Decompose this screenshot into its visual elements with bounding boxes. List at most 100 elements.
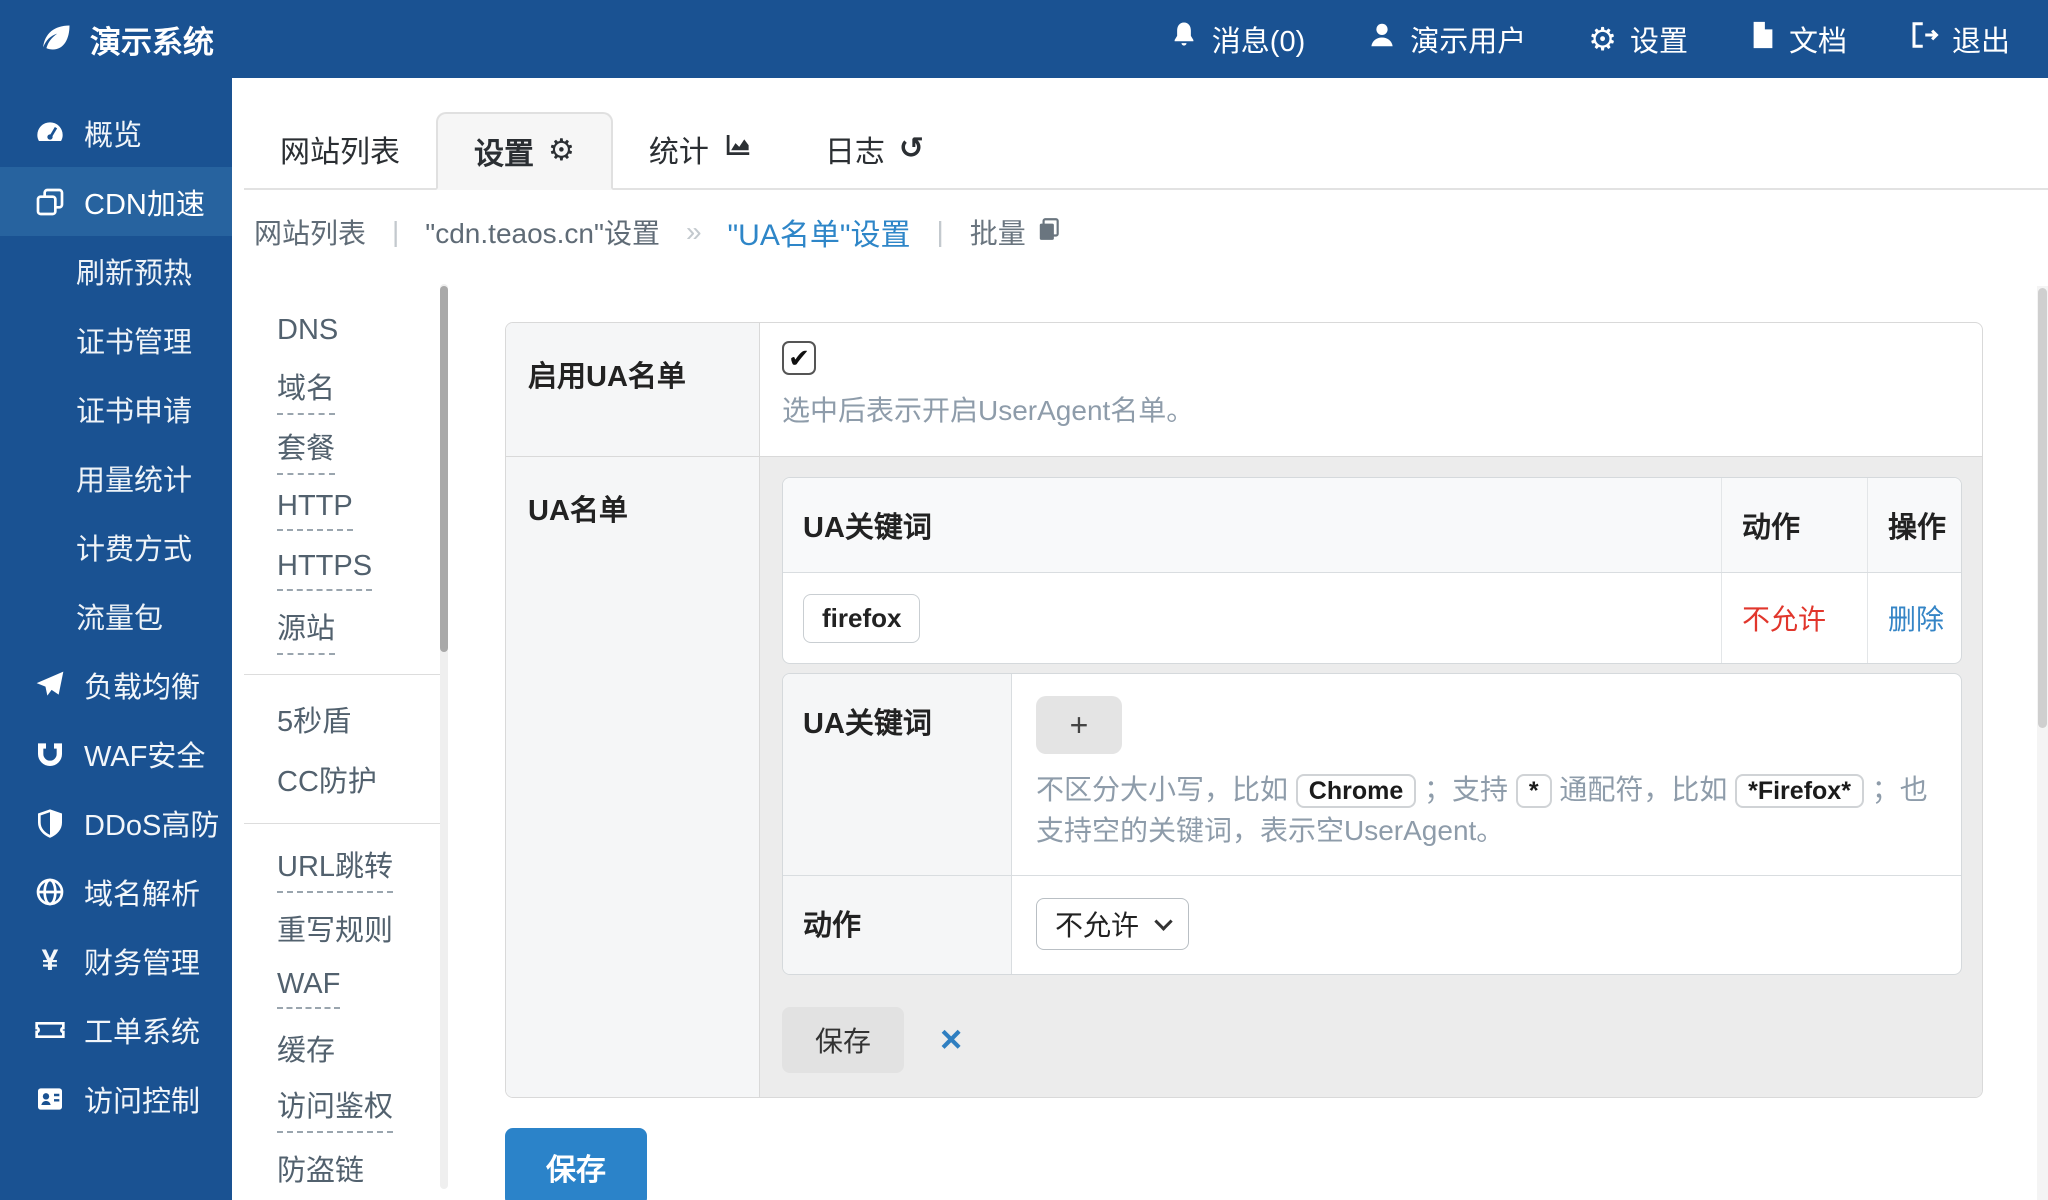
add-keyword-button[interactable]: + xyxy=(1036,696,1122,754)
submenu-item-origin[interactable]: 源站 xyxy=(244,600,440,660)
enable-checkbox[interactable]: ✔ xyxy=(782,341,816,375)
form-area: 启用UA名单 ✔ 选中后表示开启UserAgent名单。 UA名单 xyxy=(505,270,1983,1200)
column-header-operation: 操作 xyxy=(1867,478,1961,572)
breadcrumb-batch[interactable]: 批量 xyxy=(970,212,1062,252)
submenu-label: 访问鉴权 xyxy=(277,1083,393,1133)
sidebar: 概览 CDN加速 刷新预热 证书管理 证书申请 用量统计 计费方式 流量包 负载… xyxy=(0,78,232,1200)
topbar-item-user[interactable]: 演示用户 xyxy=(1367,18,1526,60)
breadcrumb: 网站列表 | "cdn.teaos.cn"设置 » "UA名单"设置 | 批量 xyxy=(244,190,2048,270)
tab-settings[interactable]: 设置 ⚙ xyxy=(436,112,613,190)
copy-icon xyxy=(1036,216,1062,249)
area-chart-icon xyxy=(723,130,753,168)
topbar-item-label: 退出 xyxy=(1952,18,2010,60)
action-value: 不允许 xyxy=(1742,598,1826,638)
close-icon[interactable]: × xyxy=(940,1021,962,1059)
sidebar-item-cert-manage[interactable]: 证书管理 xyxy=(0,305,232,374)
document-icon xyxy=(1750,20,1776,58)
action-select[interactable]: 不允许 xyxy=(1036,898,1189,950)
submenu-item-cc-protect[interactable]: CC防护 xyxy=(244,749,440,809)
sidebar-item-cert-apply[interactable]: 证书申请 xyxy=(0,374,232,443)
editor-keyword-label: UA关键词 xyxy=(783,674,1012,875)
submenu-item-http[interactable]: HTTP xyxy=(244,480,440,540)
clone-icon xyxy=(30,186,70,218)
breadcrumb-site-list[interactable]: 网站列表 xyxy=(254,212,366,252)
submenu-label: 域名 xyxy=(277,365,335,415)
content-area: 网站列表 设置 ⚙ 统计 日志 ↺ 网站列表 | "cdn.teaos.cn"设… xyxy=(232,78,2048,1200)
form-row-enable: 启用UA名单 ✔ 选中后表示开启UserAgent名单。 xyxy=(506,323,1982,456)
submenu-item-cache[interactable]: 缓存 xyxy=(244,1018,440,1078)
submenu-item-rewrite-rules[interactable]: 重写规则 xyxy=(244,898,440,958)
submenu-item-domain[interactable]: 域名 xyxy=(244,360,440,420)
submenu-label: 重写规则 xyxy=(277,907,393,949)
ticket-icon xyxy=(30,1014,70,1046)
sidebar-item-billing[interactable]: 计费方式 xyxy=(0,512,232,581)
submenu-item-5s-shield[interactable]: 5秒盾 xyxy=(244,689,440,749)
topbar-item-settings[interactable]: ⚙ 设置 xyxy=(1588,18,1688,60)
save-button[interactable]: 保存 xyxy=(505,1128,647,1200)
enable-label: 启用UA名单 xyxy=(506,323,760,456)
sidebar-item-overview[interactable]: 概览 xyxy=(0,98,232,167)
app-brand[interactable]: 演示系统 xyxy=(38,17,214,62)
ua-keyword-editor: UA关键词 + 不区分大小写，比如 Chrome ；支持 xyxy=(782,673,1962,975)
magnet-icon xyxy=(30,738,70,770)
topbar-item-logout[interactable]: 退出 xyxy=(1909,18,2010,60)
tab-stats[interactable]: 统计 xyxy=(613,110,789,188)
table-row: firefox 不允许 删除 xyxy=(783,573,1961,663)
sidebar-item-dns-resolve[interactable]: 域名解析 xyxy=(0,857,232,926)
topbar-item-messages[interactable]: 消息(0) xyxy=(1169,18,1305,60)
tab-label: 设置 xyxy=(474,129,534,173)
example-chip-firefox: *Firefox* xyxy=(1735,774,1864,808)
sidebar-item-waf[interactable]: WAF安全 xyxy=(0,719,232,788)
submenu-item-hotlink-protect[interactable]: 防盗链 xyxy=(244,1138,440,1198)
submenu-label: HTTPS xyxy=(277,550,372,591)
ua-list-form: 启用UA名单 ✔ 选中后表示开启UserAgent名单。 UA名单 xyxy=(505,322,1983,1098)
topbar-item-label: 文档 xyxy=(1789,18,1847,60)
editor-action-label: 动作 xyxy=(783,876,1012,974)
ua-keyword-table: UA关键词 动作 操作 firefox 不允许 xyxy=(782,477,1962,664)
submenu-scrollbar[interactable] xyxy=(440,284,448,1189)
keyword-chip: firefox xyxy=(803,594,920,643)
column-header-keyword: UA关键词 xyxy=(783,478,1721,572)
history-icon: ↺ xyxy=(899,134,924,164)
submenu-label: 套餐 xyxy=(277,425,335,475)
tab-logs[interactable]: 日志 ↺ xyxy=(789,110,960,188)
tab-site-list[interactable]: 网站列表 xyxy=(244,110,436,188)
topbar-item-label: 设置 xyxy=(1630,18,1688,60)
submenu-label: 源站 xyxy=(277,605,335,655)
plus-icon: + xyxy=(1070,707,1089,744)
sidebar-item-access-control[interactable]: 访问控制 xyxy=(0,1064,232,1133)
submenu-item-plan[interactable]: 套餐 xyxy=(244,420,440,480)
submenu-item-access-auth[interactable]: 访问鉴权 xyxy=(244,1078,440,1138)
sidebar-item-cdn[interactable]: CDN加速 xyxy=(0,167,232,236)
sidebar-item-ddos[interactable]: DDoS高防 xyxy=(0,788,232,857)
settings-submenu: DNS 域名 套餐 HTTP HTTPS 源站 5秒盾 CC防护 URL跳转 重… xyxy=(244,270,440,1198)
sidebar-item-usage-stats[interactable]: 用量统计 xyxy=(0,443,232,512)
breadcrumb-site-settings[interactable]: "cdn.teaos.cn"设置 xyxy=(425,212,660,252)
submenu-scrollbar-thumb[interactable] xyxy=(440,286,448,652)
sidebar-item-finance[interactable]: ¥ 财务管理 xyxy=(0,926,232,995)
paper-plane-icon xyxy=(30,669,70,701)
submenu-item-dns[interactable]: DNS xyxy=(244,300,440,360)
sidebar-item-tickets[interactable]: 工单系统 xyxy=(0,995,232,1064)
submenu-item-waf[interactable]: WAF xyxy=(244,958,440,1018)
submenu-item-https[interactable]: HTTPS xyxy=(244,540,440,600)
sidebar-item-load-balance[interactable]: 负载均衡 xyxy=(0,650,232,719)
brand-label: 演示系统 xyxy=(90,17,214,62)
tab-bar: 网站列表 设置 ⚙ 统计 日志 ↺ xyxy=(244,110,2048,190)
topbar-item-label: 消息(0) xyxy=(1212,18,1305,60)
editor-save-button[interactable]: 保存 xyxy=(782,1007,904,1073)
enable-help-text: 选中后表示开启UserAgent名单。 xyxy=(782,391,1962,432)
example-chip-chrome: Chrome xyxy=(1296,774,1416,808)
delete-link[interactable]: 删除 xyxy=(1888,598,1944,638)
editor-row-keyword: UA关键词 + 不区分大小写，比如 Chrome ；支持 xyxy=(783,674,1961,875)
sidebar-item-label: 用量统计 xyxy=(76,457,192,499)
sidebar-item-traffic-pack[interactable]: 流量包 xyxy=(0,581,232,650)
example-chip-wildcard: * xyxy=(1516,774,1552,808)
topbar: 演示系统 消息(0) 演示用户 ⚙ 设置 文档 xyxy=(0,0,2048,78)
page-scrollbar[interactable] xyxy=(2037,286,2048,1200)
submenu-item-url-redirect[interactable]: URL跳转 xyxy=(244,838,440,898)
bell-icon xyxy=(1169,20,1199,58)
sidebar-item-refresh-preheat[interactable]: 刷新预热 xyxy=(0,236,232,305)
topbar-item-docs[interactable]: 文档 xyxy=(1750,18,1847,60)
page-scrollbar-thumb[interactable] xyxy=(2038,288,2047,728)
